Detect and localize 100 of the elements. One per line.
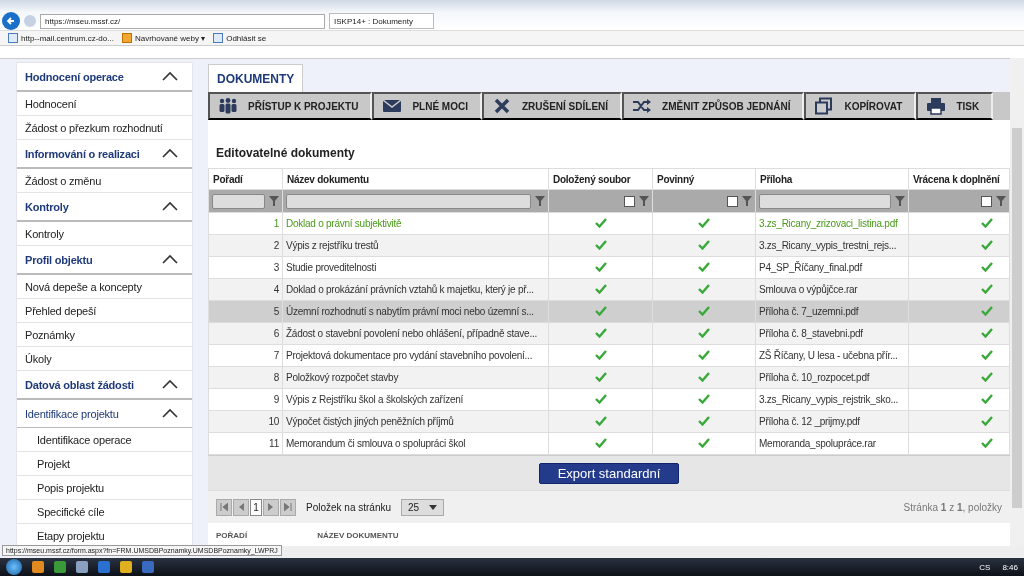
filter-icon[interactable] xyxy=(742,196,752,206)
favorites-link[interactable]: Navrhované weby ▾ xyxy=(121,33,206,43)
start-button[interactable] xyxy=(6,559,22,575)
sidebar-section[interactable]: Hodnocení operace xyxy=(17,63,192,92)
language-indicator[interactable]: CS xyxy=(979,562,991,572)
sidebar-item[interactable]: Úkoly xyxy=(17,347,192,371)
table-cell[interactable]: Příloha č. 8_stavebni.pdf xyxy=(755,322,909,345)
taskbar-app-icon[interactable] xyxy=(120,561,132,573)
table-cell[interactable]: Příloha č. 7_uzemni.pdf xyxy=(755,300,909,323)
table-cell[interactable]: Projektová dokumentace pro vydání stavebního povolení... xyxy=(282,344,549,367)
sidebar-section[interactable]: Identifikace projektu xyxy=(17,400,192,428)
taskbar-app-icon[interactable] xyxy=(142,561,154,573)
filter-checkbox[interactable] xyxy=(727,195,738,207)
table-cell[interactable]: Smlouva o výpůjčce.rar xyxy=(755,278,909,301)
check-icon xyxy=(981,261,993,272)
sidebar-item[interactable]: Specifické cíle xyxy=(17,500,192,524)
table-cell[interactable]: P4_SP_Říčany_final.pdf xyxy=(755,256,909,279)
sidebar-section[interactable]: Datová oblast žádosti xyxy=(17,371,192,400)
taskbar-app-icon[interactable] xyxy=(98,561,110,573)
filter-icon[interactable] xyxy=(895,196,905,206)
table-cell[interactable]: Územní rozhodnutí s nabytím právní moci nebo územní s... xyxy=(282,300,549,323)
table-cell[interactable]: 3.zs_Ricany_vypis_rejstrik_sko... xyxy=(755,388,909,411)
table-cell[interactable]: Žádost o stavební povolení nebo ohlášení, případně stave... xyxy=(282,322,549,345)
sidebar-item[interactable]: Popis projektu xyxy=(17,476,192,500)
filter-icon[interactable] xyxy=(996,196,1006,206)
export-button[interactable]: Export standardní xyxy=(538,462,680,484)
table-cell[interactable]: Doklad o prokázání právních vztahů k majetku, který je př... xyxy=(282,278,549,301)
column-header[interactable]: Příloha xyxy=(755,168,909,190)
table-cell[interactable]: Výpis z Rejstříku škol a školských zařízení xyxy=(282,388,549,411)
toolbar-button[interactable]: ZMĚNIT ZPŮSOB JEDNÁNÍ xyxy=(622,92,805,120)
sidebar-item[interactable]: Žádost o přezkum rozhodnutí xyxy=(17,116,192,140)
sidebar-item[interactable]: Žádost o změnu xyxy=(17,169,192,193)
table-cell[interactable]: Doklad o právní subjektivitě xyxy=(282,212,549,235)
sidebar-item[interactable]: Projekt xyxy=(17,452,192,476)
first-page-button[interactable] xyxy=(216,498,232,516)
table-cell[interactable]: Příloha č. 10_rozpocet.pdf xyxy=(755,366,909,389)
sidebar-section[interactable]: Profil objektu xyxy=(17,246,192,275)
last-page-icon xyxy=(284,503,292,511)
filter-icon[interactable] xyxy=(535,196,545,206)
taskbar-app-icon[interactable] xyxy=(32,561,44,573)
column-header[interactable]: NÁZEV DOKUMENTU xyxy=(317,531,399,540)
back-button[interactable] xyxy=(2,12,20,30)
page-size-dropdown[interactable]: 25 xyxy=(401,498,445,516)
sidebar-item[interactable]: Kontroly xyxy=(17,222,192,246)
page-number[interactable]: 1 xyxy=(250,498,262,516)
favorites-link[interactable]: Odhlásit se xyxy=(213,33,267,43)
browser-tab[interactable]: ISKP14+ : Dokumenty xyxy=(329,13,434,29)
table-cell[interactable]: Výpis z rejstříku trestů xyxy=(282,234,549,257)
table-cell[interactable]: Memorandum či smlouva o spolupráci škol xyxy=(282,432,549,455)
sidebar-section[interactable]: Informování o realizaci xyxy=(17,140,192,169)
table-cell[interactable]: Výpočet čistých jiných peněžních příjmů xyxy=(282,410,549,433)
column-header[interactable]: Doložený soubor xyxy=(548,168,653,190)
sidebar-item[interactable]: Nová depeše a koncepty xyxy=(17,275,192,299)
filter-checkbox[interactable] xyxy=(624,195,635,207)
last-page-button[interactable] xyxy=(280,498,296,516)
sidebar-item[interactable]: Hodnocení xyxy=(17,92,192,116)
chevron-icon[interactable] xyxy=(162,147,178,158)
column-header[interactable]: POŘADÍ xyxy=(216,531,248,540)
filter-field[interactable] xyxy=(286,193,531,209)
sidebar-item[interactable]: Identifikace operace xyxy=(17,428,192,452)
favorites-link[interactable]: http--mail.centrum.cz-do... xyxy=(8,33,114,43)
toolbar-button[interactable]: TISK xyxy=(916,92,994,120)
chevron-icon[interactable] xyxy=(162,200,178,211)
filter-checkbox[interactable] xyxy=(981,195,992,207)
table-cell[interactable]: Položkový rozpočet stavby xyxy=(282,366,549,389)
filter-field[interactable] xyxy=(212,193,265,209)
previous-page-button[interactable] xyxy=(233,498,249,516)
toolbar-button[interactable]: ZRUŠENÍ SDÍLENÍ xyxy=(481,92,623,120)
chevron-icon[interactable] xyxy=(162,378,178,389)
clock[interactable]: 8:46 xyxy=(1002,562,1018,572)
table-cell[interactable]: Memoranda_spolupráce.rar xyxy=(755,432,909,455)
scrollbar[interactable] xyxy=(1010,58,1024,546)
address-field[interactable]: https://mseu.mssf.cz/ xyxy=(40,13,325,29)
table-cell[interactable]: 3.zs_Ricany_zrizovaci_listina.pdf xyxy=(755,212,909,235)
toolbar-button[interactable]: PLNÉ MOCI xyxy=(372,92,482,120)
table-cell[interactable]: ZŠ Říčany, U lesa - učebna přír... xyxy=(755,344,909,367)
table-cell[interactable]: 3.zs_Ricany_vypis_trestni_rejs... xyxy=(755,234,909,257)
next-page-button[interactable] xyxy=(263,498,279,516)
sidebar-item[interactable]: Poznámky xyxy=(17,323,192,347)
column-header[interactable]: Vrácena k doplnění xyxy=(908,168,1010,190)
check-icon xyxy=(981,283,993,294)
chevron-icon[interactable] xyxy=(162,407,178,418)
column-header[interactable]: Povinný xyxy=(652,168,756,190)
taskbar-app-icon[interactable] xyxy=(76,561,88,573)
check-icon xyxy=(698,393,710,404)
chevron-icon[interactable] xyxy=(162,253,178,264)
filter-field[interactable] xyxy=(759,193,891,209)
table-cell[interactable]: Příloha č. 12 _prijmy.pdf xyxy=(755,410,909,433)
toolbar-button[interactable]: KOPÍROVAT xyxy=(804,92,917,120)
column-header[interactable]: Název dokumentu xyxy=(282,168,549,190)
taskbar-app-icon[interactable] xyxy=(54,561,66,573)
table-cell[interactable]: Studie proveditelnosti xyxy=(282,256,549,279)
filter-icon[interactable] xyxy=(269,196,279,206)
filter-icon[interactable] xyxy=(639,196,649,206)
sidebar-section[interactable]: Kontroly xyxy=(17,193,192,222)
chevron-icon[interactable] xyxy=(162,70,178,81)
tab[interactable]: DOKUMENTY xyxy=(208,64,304,92)
toolbar-button[interactable]: PŘÍSTUP K PROJEKTU xyxy=(208,92,373,120)
sidebar-item[interactable]: Přehled depeší xyxy=(17,299,192,323)
column-header[interactable]: Pořadí xyxy=(208,168,283,190)
